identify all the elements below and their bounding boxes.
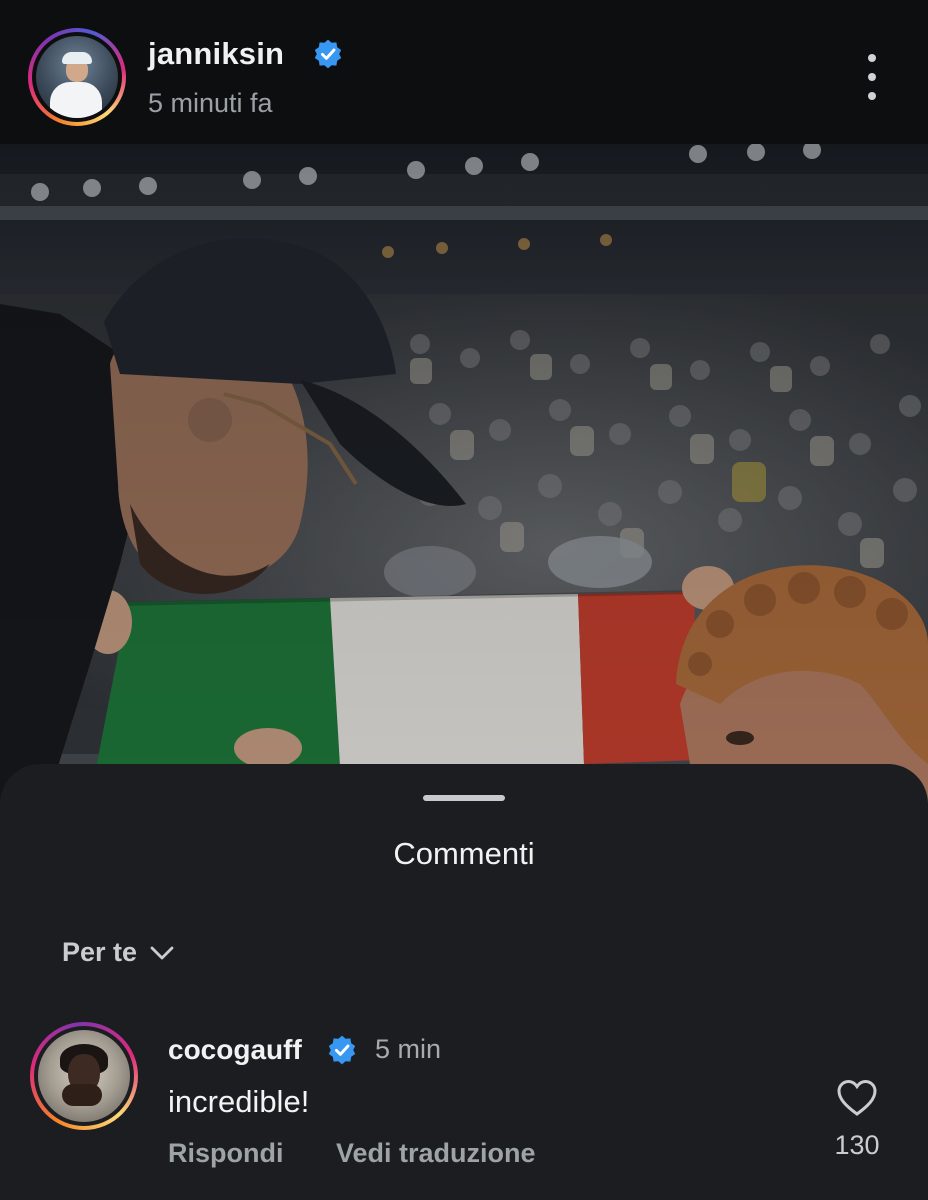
commenter-avatar[interactable] xyxy=(30,1022,138,1130)
profile-avatar[interactable] xyxy=(28,28,126,126)
avatar-image xyxy=(38,1030,130,1122)
more-dot xyxy=(868,54,876,62)
avatar-figure-body xyxy=(50,82,102,118)
avatar-image xyxy=(36,36,118,118)
more-dot xyxy=(868,92,876,100)
sheet-title: Commenti xyxy=(393,836,535,871)
chevron-down-icon xyxy=(150,946,174,959)
post-photo[interactable] xyxy=(0,144,928,824)
more-dot xyxy=(868,73,876,81)
see-translation-button[interactable]: Vedi traduzione xyxy=(336,1138,536,1169)
heart-icon[interactable] xyxy=(836,1078,878,1118)
avatar-ring-gap xyxy=(32,32,122,122)
more-options-icon[interactable] xyxy=(858,54,886,100)
comment-sort-filter[interactable]: Per te xyxy=(62,937,175,968)
comment-text: incredible! xyxy=(168,1084,310,1119)
post-timestamp: 5 minuti fa xyxy=(148,88,273,118)
reply-button[interactable]: Rispondi xyxy=(168,1138,284,1169)
avatar-ring-gap xyxy=(34,1026,134,1126)
sheet-drag-handle[interactable] xyxy=(423,795,505,801)
verified-badge-icon xyxy=(328,1035,356,1065)
avatar-figure-cap xyxy=(62,52,92,64)
photo-illustration xyxy=(0,144,928,824)
like-count: 130 xyxy=(834,1130,880,1160)
post-username[interactable]: janniksin xyxy=(148,36,284,72)
avatar-figure-hands xyxy=(62,1084,102,1106)
comment-item: cocogauff 5 min incredible! Rispondi Ved… xyxy=(0,1018,928,1188)
comment-time: 5 min xyxy=(375,1034,442,1064)
comments-sheet: Commenti Per te cocogauff 5 min incredib… xyxy=(0,764,928,1200)
commenter-username[interactable]: cocogauff xyxy=(168,1034,302,1066)
verified-badge-icon xyxy=(314,39,342,69)
filter-label: Per te xyxy=(62,937,138,967)
post-header: janniksin 5 minuti fa xyxy=(0,0,928,144)
